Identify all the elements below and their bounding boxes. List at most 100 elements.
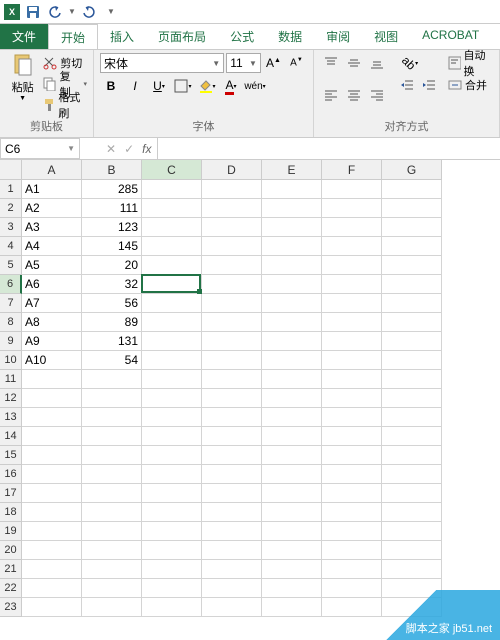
cell[interactable] — [202, 503, 262, 522]
cell[interactable] — [382, 370, 442, 389]
tab-review[interactable]: 审阅 — [314, 24, 362, 49]
cell[interactable] — [202, 313, 262, 332]
cell[interactable] — [382, 446, 442, 465]
cell[interactable] — [22, 503, 82, 522]
increase-font-button[interactable]: A▲ — [263, 53, 284, 73]
tab-data[interactable]: 数据 — [266, 24, 314, 49]
row-header[interactable]: 3 — [0, 218, 22, 237]
phonetic-button[interactable]: wén▾ — [244, 76, 266, 96]
cell[interactable] — [322, 218, 382, 237]
fill-color-button[interactable]: ▾ — [196, 76, 218, 96]
cell[interactable] — [322, 446, 382, 465]
cell[interactable] — [262, 541, 322, 560]
cell[interactable] — [22, 560, 82, 579]
cell[interactable] — [322, 237, 382, 256]
cell[interactable]: 111 — [82, 199, 142, 218]
cell[interactable] — [202, 522, 262, 541]
cell[interactable] — [202, 484, 262, 503]
cell-grid[interactable]: A1285A2111A3123A4145A520A632A756A889A913… — [22, 180, 442, 617]
wrap-text-button[interactable]: 自动换 — [448, 53, 493, 73]
cell[interactable] — [382, 256, 442, 275]
cell[interactable] — [82, 560, 142, 579]
row-header[interactable]: 1 — [0, 180, 22, 199]
cell[interactable] — [262, 275, 322, 294]
cell[interactable] — [322, 294, 382, 313]
border-button[interactable]: ▾ — [172, 76, 194, 96]
cell[interactable] — [82, 484, 142, 503]
tab-formula[interactable]: 公式 — [218, 24, 266, 49]
cell[interactable] — [262, 522, 322, 541]
cell[interactable] — [22, 522, 82, 541]
cell[interactable] — [202, 237, 262, 256]
cell[interactable] — [142, 579, 202, 598]
cell[interactable] — [142, 218, 202, 237]
merge-center-button[interactable]: 合并 — [448, 75, 493, 95]
tab-insert[interactable]: 插入 — [98, 24, 146, 49]
cell[interactable] — [202, 370, 262, 389]
cell[interactable] — [142, 332, 202, 351]
font-name-combo[interactable]: 宋体▼ — [100, 53, 224, 73]
cell[interactable] — [82, 370, 142, 389]
cell[interactable] — [142, 598, 202, 617]
column-header[interactable]: D — [202, 160, 262, 180]
cell[interactable] — [22, 579, 82, 598]
column-header[interactable]: B — [82, 160, 142, 180]
cell[interactable] — [202, 199, 262, 218]
cell[interactable]: A4 — [22, 237, 82, 256]
cell[interactable] — [82, 389, 142, 408]
cell[interactable] — [142, 522, 202, 541]
cell[interactable] — [142, 408, 202, 427]
cell[interactable]: 123 — [82, 218, 142, 237]
cell[interactable]: 32 — [82, 275, 142, 294]
cell[interactable]: A5 — [22, 256, 82, 275]
cell[interactable] — [382, 427, 442, 446]
column-header[interactable]: E — [262, 160, 322, 180]
fx-icon[interactable]: fx — [142, 142, 151, 156]
cell[interactable] — [22, 541, 82, 560]
row-header[interactable]: 6 — [0, 275, 22, 294]
cell[interactable] — [82, 465, 142, 484]
cell[interactable] — [262, 180, 322, 199]
bold-button[interactable]: B — [100, 76, 122, 96]
cell[interactable] — [82, 503, 142, 522]
cell[interactable] — [82, 427, 142, 446]
cell[interactable] — [142, 313, 202, 332]
cell[interactable] — [322, 275, 382, 294]
cell[interactable] — [22, 598, 82, 617]
increase-indent-button[interactable] — [418, 75, 440, 95]
cell[interactable] — [82, 446, 142, 465]
formula-bar[interactable] — [157, 138, 500, 159]
cell[interactable] — [22, 484, 82, 503]
align-bottom-button[interactable] — [366, 53, 388, 73]
cell[interactable] — [82, 408, 142, 427]
cancel-formula-button[interactable]: ✕ — [106, 142, 116, 156]
cell[interactable] — [262, 332, 322, 351]
cell[interactable] — [262, 256, 322, 275]
row-header[interactable]: 4 — [0, 237, 22, 256]
cell[interactable] — [322, 351, 382, 370]
qat-customize-button[interactable]: ▼ — [102, 3, 120, 21]
align-left-button[interactable] — [320, 85, 342, 105]
cell[interactable] — [142, 199, 202, 218]
cell[interactable] — [322, 199, 382, 218]
row-header[interactable]: 5 — [0, 256, 22, 275]
cell[interactable] — [202, 560, 262, 579]
cell[interactable] — [382, 313, 442, 332]
tab-home[interactable]: 开始 — [48, 24, 98, 49]
cell[interactable] — [322, 541, 382, 560]
cell[interactable] — [382, 522, 442, 541]
cell[interactable] — [262, 560, 322, 579]
align-middle-button[interactable] — [343, 53, 365, 73]
column-header[interactable]: F — [322, 160, 382, 180]
redo-button[interactable] — [80, 3, 98, 21]
cell[interactable] — [322, 465, 382, 484]
cell[interactable] — [202, 332, 262, 351]
cell[interactable] — [382, 351, 442, 370]
undo-dropdown-icon[interactable]: ▼ — [68, 7, 76, 16]
italic-button[interactable]: I — [124, 76, 146, 96]
cell[interactable] — [142, 465, 202, 484]
cell[interactable] — [142, 446, 202, 465]
cell[interactable]: A9 — [22, 332, 82, 351]
cell[interactable]: A6 — [22, 275, 82, 294]
cell[interactable] — [202, 275, 262, 294]
